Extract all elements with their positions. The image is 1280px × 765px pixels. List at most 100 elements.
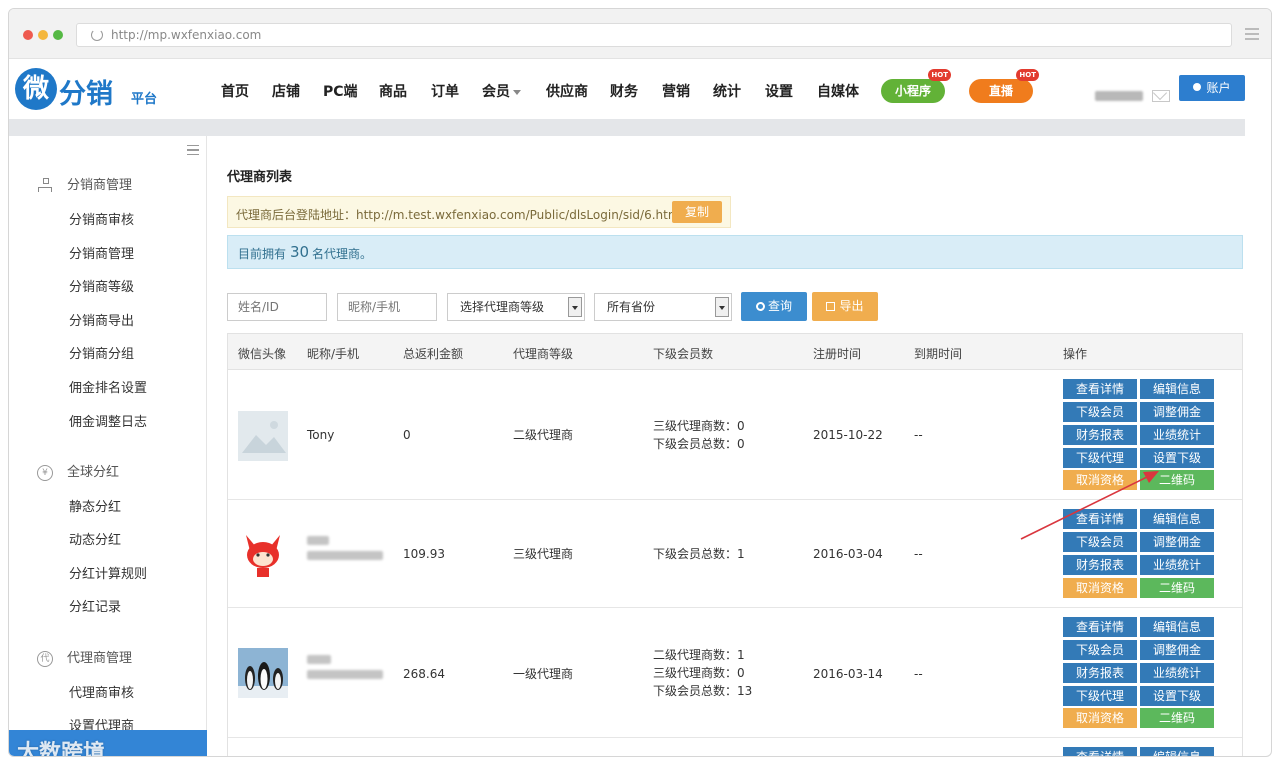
browser-menu-icon[interactable] [1245,28,1259,40]
column-header: 注册时间 [813,347,862,361]
logo-sub: 平台 [131,92,158,107]
edit-info-button[interactable]: 编辑信息 [1140,509,1214,529]
nav-home[interactable]: 首页 [221,81,249,101]
revoke-button[interactable]: 取消资格 [1063,708,1137,728]
sub-member-count: 下级会员总数：1 [653,547,745,561]
revoke-button[interactable]: 取消资格 [1063,578,1137,598]
agent-level: 二级代理商 [513,428,574,442]
account-button[interactable]: 账户 [1179,75,1245,101]
nickname: Tony [307,428,335,442]
edit-info-button[interactable]: 编辑信息 [1140,747,1214,756]
name-id-input[interactable] [227,293,327,321]
qr-code-button[interactable]: 二维码 [1140,578,1214,598]
column-header: 操作 [1063,347,1088,361]
province-select[interactable]: 所有省份 [594,293,732,321]
close-window-icon[interactable] [23,30,33,40]
sub-agents-button[interactable]: 下级代理 [1063,686,1137,706]
minimize-window-icon[interactable] [38,30,48,40]
logo-name: 分销 [59,79,113,110]
sub-agents-button[interactable]: 下级代理 [1063,448,1137,468]
logo-mark: 微 [15,68,57,110]
org-tree-icon [37,177,53,194]
nav-finance[interactable]: 财务 [610,81,638,101]
live-button[interactable]: 直播 HOT [969,69,1039,103]
edit-info-button[interactable]: 编辑信息 [1140,617,1214,637]
nav-pc[interactable]: PC端 [323,81,358,101]
sidebar-item[interactable]: 静态分红 [69,496,121,515]
performance-stats-button[interactable]: 业绩统计 [1140,663,1214,683]
performance-stats-button[interactable]: 业绩统计 [1140,425,1214,445]
reload-icon[interactable] [91,29,103,41]
adjust-commission-button[interactable]: 调整佣金 [1140,402,1214,422]
sidebar-item[interactable]: 分红计算规则 [69,563,147,582]
address-bar[interactable]: http://mp.wxfenxiao.com [76,23,1232,47]
sub-members-button[interactable]: 下级会员 [1063,402,1137,422]
view-details-button[interactable]: 查看详情 [1063,617,1137,637]
adjust-commission-button[interactable]: 调整佣金 [1140,640,1214,660]
adjust-commission-button[interactable]: 调整佣金 [1140,532,1214,552]
finance-report-button[interactable]: 财务报表 [1063,425,1137,445]
copy-button[interactable]: 复制 [672,201,722,223]
count-number: 30 [290,243,310,261]
sidebar-section-agent[interactable]: 代代理商管理 [37,647,132,667]
sidebar-item[interactable]: 分销商等级 [69,276,134,295]
table-row: Tony 0 二级代理商 三级代理商数：0 下级会员总数：0 2015-10-2… [228,370,1242,500]
agent-level-select[interactable]: 选择代理商等级 [447,293,585,321]
view-details-button[interactable]: 查看详情 [1063,379,1137,399]
nav-orders[interactable]: 订单 [431,81,459,101]
sub-members-button[interactable]: 下级会员 [1063,532,1137,552]
nav-marketing[interactable]: 营销 [662,81,690,101]
nav-suppliers[interactable]: 供应商 [546,81,588,101]
user-icon [1193,83,1202,91]
page-title: 代理商列表 [227,170,293,185]
sidebar-section-dividend[interactable]: ¥ 全球分红 [37,461,119,481]
sidebar-item[interactable]: 佣金排名设置 [69,377,147,396]
view-details-button[interactable]: 查看详情 [1063,509,1137,529]
revoke-button[interactable]: 取消资格 [1063,470,1137,490]
sidebar-item[interactable]: 动态分红 [69,529,121,548]
query-button[interactable]: 查询 [741,292,807,321]
sidebar-item[interactable]: 佣金调整日志 [69,411,147,430]
finance-report-button[interactable]: 财务报表 [1063,663,1137,683]
agent-level: 三级代理商 [513,547,574,561]
nickname-blurred [307,536,385,566]
qr-code-button[interactable]: 二维码 [1140,708,1214,728]
nav-media[interactable]: 自媒体 [817,81,859,101]
sidebar-item[interactable]: 分销商分组 [69,343,134,362]
edit-info-button[interactable]: 编辑信息 [1140,379,1214,399]
finance-report-button[interactable]: 财务报表 [1063,555,1137,575]
hot-badge: HOT [928,69,951,81]
sidebar-toggle-icon[interactable] [187,145,199,155]
nav-goods[interactable]: 商品 [379,81,407,101]
nav-settings[interactable]: 设置 [765,81,793,101]
nav-members[interactable]: 会员 [482,81,521,101]
performance-stats-button[interactable]: 业绩统计 [1140,555,1214,575]
mail-icon[interactable] [1152,90,1170,102]
sub-members-button[interactable]: 下级会员 [1063,640,1137,660]
sidebar-item[interactable]: 代理商审核 [69,682,134,701]
sidebar-section-distributor[interactable]: 分销商管理 [37,174,132,194]
miniprogram-button[interactable]: 小程序 HOT [881,69,951,103]
table-header: 微信头像 昵称/手机 总返利金额 代理商等级 下级会员数 注册时间 到期时间 操… [228,334,1242,370]
rebate-amount: 268.64 [403,667,445,681]
view-details-button[interactable]: 查看详情 [1063,747,1137,756]
nav-stats[interactable]: 统计 [713,81,741,101]
sidebar-item[interactable]: 分销商管理 [69,243,134,262]
nav-store[interactable]: 店铺 [272,81,300,101]
export-button[interactable]: 导出 [812,292,878,321]
sidebar-item[interactable]: 分销商导出 [69,310,134,329]
expire-date: -- [914,547,923,561]
set-subordinate-button[interactable]: 设置下级 [1140,448,1214,468]
maximize-window-icon[interactable] [53,30,63,40]
sidebar-item[interactable]: 分销商审核 [69,209,134,228]
chevron-down-icon [513,90,521,95]
set-subordinate-button[interactable]: 设置下级 [1140,686,1214,706]
column-header: 昵称/手机 [307,347,360,361]
yen-icon: ¥ [37,464,53,481]
sidebar-item[interactable]: 分红记录 [69,596,121,615]
table-row: 查看详情 编辑信息 [228,738,1242,756]
qr-code-button[interactable]: 二维码 [1140,470,1214,490]
nickname-phone-input[interactable] [337,293,437,321]
table-row: 268.64 一级代理商 二级代理商数：1 三级代理商数：0 下级会员总数：13… [228,608,1242,738]
sub-member-count: 三级代理商数：0 下级会员总数：0 [653,419,745,451]
